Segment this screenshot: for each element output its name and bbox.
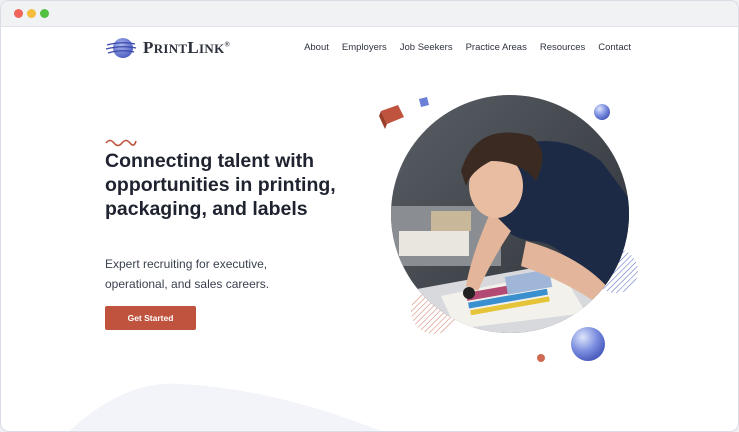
nav-contact[interactable]: Contact (598, 42, 631, 53)
browser-window: PRINTLINK® About Employers Job Seekers P… (1, 1, 738, 431)
globe-swoosh-icon (105, 38, 137, 58)
nav-resources[interactable]: Resources (540, 42, 585, 53)
nav-employers[interactable]: Employers (342, 42, 387, 53)
minimize-window-icon[interactable] (27, 9, 36, 18)
hero-subheadline: Expert recruiting for executive, operati… (105, 257, 270, 291)
small-red-sphere (537, 354, 545, 362)
small-blue-cube-shape (419, 97, 429, 107)
small-blue-sphere (594, 104, 610, 120)
wave-accent-icon (105, 139, 137, 147)
background-wave-shape (69, 383, 382, 431)
nav-practice-areas[interactable]: Practice Areas (466, 42, 527, 53)
close-window-icon[interactable] (14, 9, 23, 18)
maximize-window-icon[interactable] (40, 9, 49, 18)
brand-name: PRINTLINK® (143, 38, 231, 57)
brand-logo-link[interactable]: PRINTLINK® (105, 36, 230, 60)
nav-about[interactable]: About (304, 42, 329, 53)
window-titlebar (1, 1, 738, 27)
red-cube-shape (379, 105, 404, 129)
nav-job-seekers[interactable]: Job Seekers (400, 42, 453, 53)
hero-headline: Connecting talent with opportunities in … (105, 150, 336, 220)
main-nav: About Employers Job Seekers Practice Are… (304, 42, 631, 53)
large-blue-sphere (571, 327, 605, 361)
get-started-button[interactable]: Get Started (105, 306, 196, 330)
hero-illustration (379, 95, 638, 362)
